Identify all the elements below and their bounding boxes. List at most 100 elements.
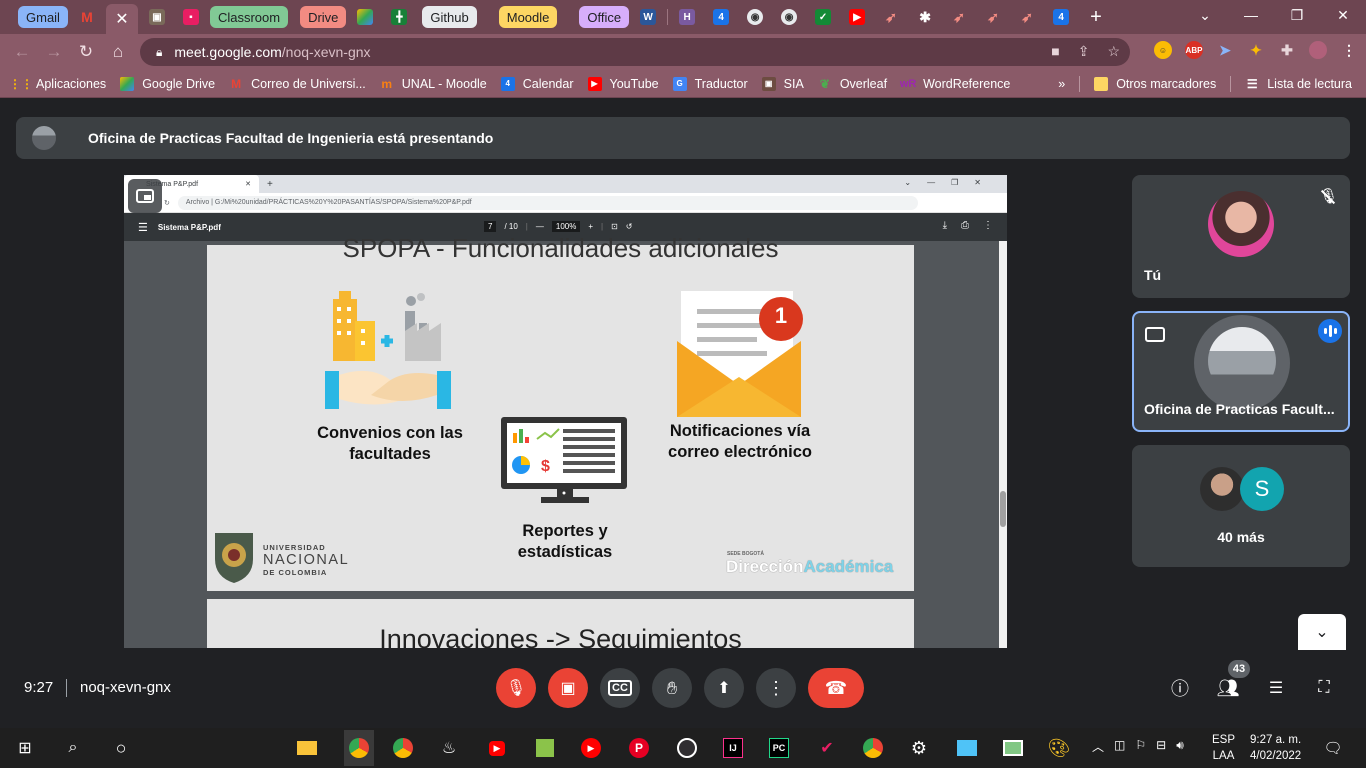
language-indicator[interactable]: ESP LAA <box>1212 732 1235 764</box>
intellij-icon[interactable]: IJ <box>722 737 744 759</box>
bookmark-otros[interactable]: Otros marcadores <box>1094 77 1216 91</box>
activities-button[interactable]: ⛶ <box>1312 676 1336 700</box>
search-icon[interactable]: ⌕ <box>62 737 84 759</box>
network-icon[interactable]: ⊟ <box>1156 738 1166 755</box>
youtube-music-icon[interactable]: ▶ <box>580 737 602 759</box>
bookmark-calendar[interactable]: 4 Calendar <box>500 76 574 91</box>
tab-classroom[interactable]: Classroom <box>209 6 289 28</box>
menu-kebab-icon[interactable]: ⋮ <box>1340 41 1358 59</box>
captions-button[interactable]: CC <box>600 668 640 708</box>
file-explorer-icon[interactable] <box>296 737 318 759</box>
meeting-info-button[interactable]: ⓘ <box>1168 676 1192 700</box>
bookmark-sia[interactable]: ▣ SIA <box>761 76 804 91</box>
volume-icon[interactable]: 🔊︎ <box>1176 738 1184 755</box>
tab-feather-4[interactable]: ➶ <box>1012 4 1042 30</box>
settings-icon[interactable]: ⚙ <box>908 737 930 759</box>
extension-spark-icon[interactable]: ✦ <box>1247 41 1265 59</box>
obs-icon[interactable] <box>676 737 698 759</box>
tab-github[interactable]: Github <box>422 6 477 28</box>
tab-drive[interactable]: Drive <box>300 6 347 28</box>
tab-youtube[interactable]: ▶ <box>842 4 872 30</box>
share-icon[interactable]: ⇪ <box>1078 43 1090 60</box>
bookmark-google-drive[interactable]: Google Drive <box>120 76 215 91</box>
more-bookmarks-chevron-icon[interactable]: » <box>1058 77 1065 91</box>
tab-globe-1[interactable]: ◉ <box>740 4 770 30</box>
more-options-button[interactable]: ⋮ <box>756 668 796 708</box>
people-button[interactable]: 👥︎ <box>1216 676 1240 700</box>
network-app-icon[interactable] <box>956 737 978 759</box>
tray-chevron-icon[interactable]: ︿ <box>1092 738 1104 755</box>
collapse-chevron-button[interactable]: ⌄ <box>1298 614 1346 650</box>
present-button[interactable]: ⬆ <box>704 668 744 708</box>
address-bar[interactable]: 🔒︎ meet.google.com/noq-xevn-gnx ■ ⇪ ☆ <box>140 38 1130 66</box>
restore-icon[interactable]: ❐ <box>1274 7 1320 24</box>
charts-app-icon[interactable] <box>534 737 556 759</box>
tab-overleaf[interactable]: ✓ <box>808 4 838 30</box>
tab-sheets[interactable]: ╋ <box>384 4 414 30</box>
tab-hackmd[interactable]: H <box>672 4 702 30</box>
mic-toggle-button[interactable]: 🎙︎ <box>496 668 536 708</box>
cortana-icon[interactable]: ○ <box>110 737 132 759</box>
tab-feather-3[interactable]: ➶ <box>978 4 1008 30</box>
youtube-taskbar-icon[interactable]: ▶ <box>486 737 508 759</box>
chrome-canary-icon[interactable] <box>862 737 884 759</box>
forward-icon[interactable]: → <box>38 42 70 62</box>
puzzle-icon[interactable]: ✚ <box>1278 41 1296 59</box>
emoji-extension-icon[interactable]: ☺ <box>1154 41 1172 59</box>
notifications-icon[interactable]: 🗨︎ <box>1322 737 1344 759</box>
extension-arrow-icon[interactable]: ➤ <box>1216 41 1234 59</box>
bookmark-apps[interactable]: ⋮⋮ Aplicaciones <box>9 77 106 91</box>
reload-icon[interactable]: ↻ <box>70 42 102 62</box>
tray-update-icon[interactable]: ⚐ <box>1135 738 1146 755</box>
close-tab-icon[interactable]: ✕ <box>115 9 128 29</box>
star-icon[interactable]: ☆ <box>1107 43 1120 60</box>
pycharm-icon[interactable]: PC <box>768 737 790 759</box>
taskbar-clock[interactable]: 9:27 a. m. 4/02/2022 <box>1250 732 1301 764</box>
tab-drive-icon[interactable] <box>350 4 380 30</box>
new-tab-button[interactable]: + <box>1090 4 1102 30</box>
camera-icon[interactable]: ■ <box>1051 43 1059 60</box>
adblock-icon[interactable]: ABP <box>1185 41 1203 59</box>
bookmark-traductor[interactable]: G Traductor <box>672 76 748 91</box>
pinterest-icon[interactable]: P <box>628 737 650 759</box>
presenter-tile[interactable]: Oficina de Practicas Facult... <box>1132 311 1350 432</box>
photos-icon[interactable] <box>1002 737 1024 759</box>
tab-office[interactable]: Office <box>579 6 630 28</box>
pin-icon[interactable] <box>1140 319 1170 349</box>
paint-icon[interactable]: 🎨︎ <box>1048 737 1071 759</box>
chrome-icon[interactable] <box>392 737 414 759</box>
bookmark-wordreference[interactable]: wR WordReference <box>900 77 1011 91</box>
chat-button[interactable]: ☰ <box>1264 676 1288 700</box>
tab-gitkraken-1[interactable]: ➶ <box>876 4 906 30</box>
tab-active-meet[interactable]: ✕ <box>105 4 138 34</box>
tab-classroom-icon[interactable]: ▪ <box>176 4 206 30</box>
steam-icon[interactable]: ♨ <box>438 737 460 759</box>
self-tile[interactable]: 🎙︎ Tú <box>1132 175 1350 298</box>
home-icon[interactable]: ⌂ <box>102 42 134 62</box>
tab-word[interactable]: W <box>633 4 663 30</box>
profile-avatar[interactable] <box>1309 41 1327 59</box>
tab-globe-2[interactable]: ◉ <box>774 4 804 30</box>
picture-in-picture-icon[interactable] <box>128 179 162 213</box>
bookmark-lectura[interactable]: ☰ Lista de lectura <box>1245 77 1352 91</box>
tab-gmail[interactable]: Gmail <box>18 6 68 28</box>
raise-hand-button[interactable]: ✋︎ <box>652 668 692 708</box>
minimize-icon[interactable]: — <box>1228 7 1274 23</box>
tab-moodle[interactable]: Moodle <box>498 6 558 28</box>
back-icon[interactable]: ← <box>6 42 38 62</box>
tab-search-icon[interactable]: ⌄ <box>1182 7 1228 24</box>
leave-call-button[interactable]: ☎︎ <box>808 668 864 708</box>
tab-feather-2[interactable]: ➶ <box>944 4 974 30</box>
tab-unal[interactable]: ▣ <box>142 4 172 30</box>
tab-gmail-icon[interactable]: M <box>72 4 102 30</box>
app-icon[interactable]: ✔ <box>816 737 838 759</box>
camera-toggle-button[interactable]: ▣ <box>548 668 588 708</box>
tab-calendar-2[interactable]: 4 <box>1046 4 1076 30</box>
tab-octo[interactable]: ✱ <box>910 4 940 30</box>
chrome-profile-icon[interactable] <box>344 730 374 766</box>
bookmark-correo[interactable]: M Correo de Universi... <box>229 77 366 91</box>
bookmark-overleaf[interactable]: ❦ Overleaf <box>818 77 887 91</box>
windows-start-icon[interactable]: ⊞ <box>14 737 36 759</box>
bookmark-youtube[interactable]: ▶ YouTube <box>587 76 659 91</box>
bookmark-moodle[interactable]: m UNAL - Moodle <box>380 77 486 91</box>
